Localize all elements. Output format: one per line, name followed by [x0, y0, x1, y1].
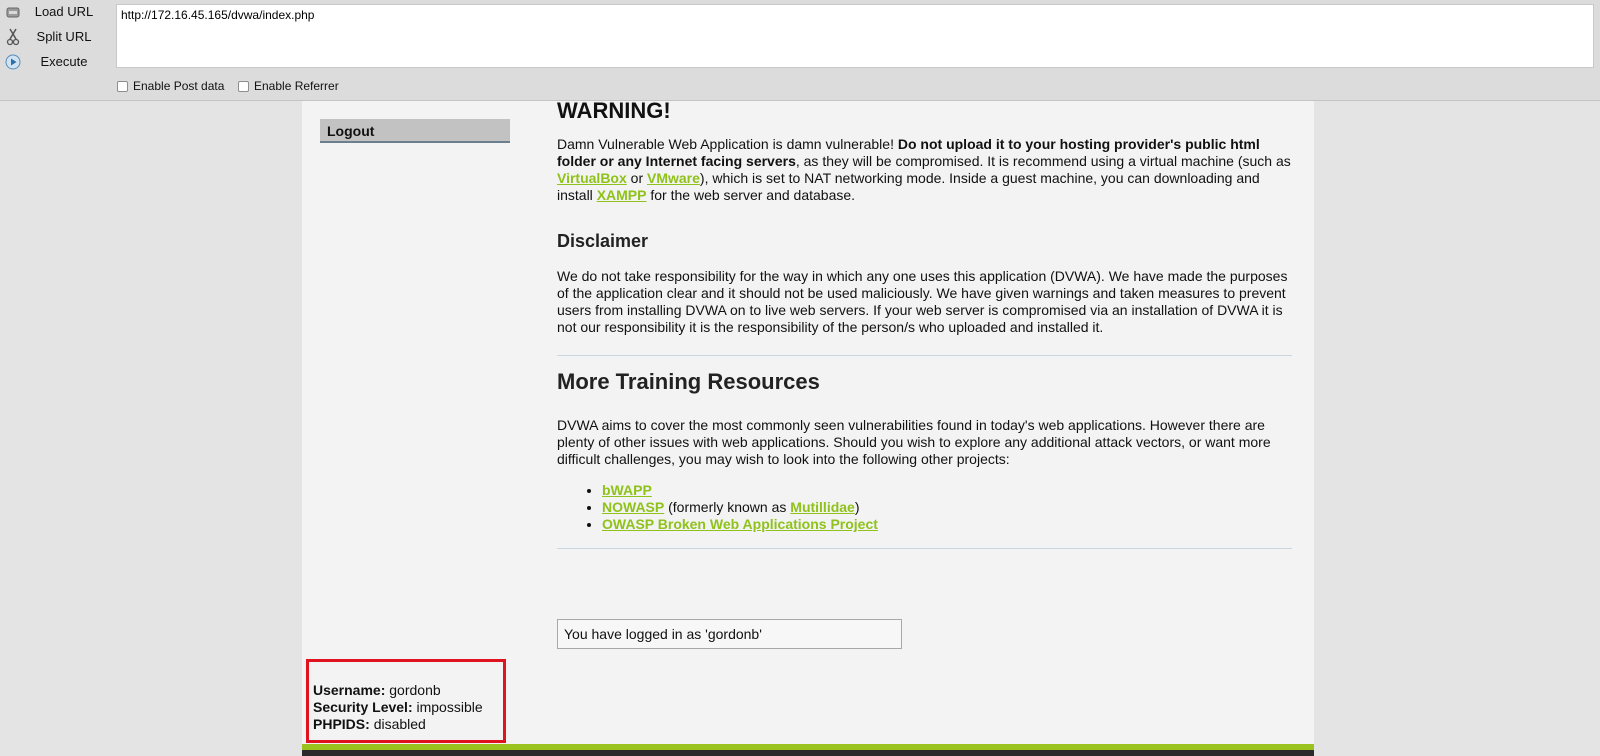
disclaimer-paragraph: We do not take responsibility for the wa… — [557, 268, 1288, 335]
url-input[interactable]: http://172.16.45.165/dvwa/index.php — [116, 4, 1594, 68]
owasp-bwa-link[interactable]: OWASP Broken Web Applications Project — [602, 516, 878, 532]
phpids-label: PHPIDS: — [313, 716, 370, 732]
split-url-button[interactable]: Split URL — [0, 25, 112, 49]
hackbar-toolbar: Load URL Split URL Execute http://172.16… — [0, 0, 1600, 101]
enable-referrer-checkbox[interactable]: Enable Referrer — [238, 79, 339, 93]
load-url-button[interactable]: Load URL — [0, 0, 112, 24]
list-item: bWAPP — [602, 482, 878, 499]
vmware-link[interactable]: VMware — [647, 170, 700, 186]
warning-heading: WARNING! — [557, 98, 671, 123]
username-value: gordonb — [389, 682, 441, 698]
username-row: Username: gordonb — [313, 682, 499, 699]
warning-paragraph: Damn Vulnerable Web Application is damn … — [557, 136, 1292, 204]
load-url-label: Load URL — [34, 4, 94, 19]
split-url-label: Split URL — [36, 29, 92, 44]
warning-text: Damn Vulnerable Web Application is damn … — [557, 136, 898, 152]
mutillidae-link[interactable]: Mutillidae — [790, 499, 855, 515]
execute-label: Execute — [40, 54, 88, 69]
divider — [557, 548, 1292, 549]
enable-post-data-checkbox[interactable]: Enable Post data — [117, 79, 224, 93]
resources-heading: More Training Resources — [557, 369, 820, 394]
dvwa-page: Logout WARNING! Damn Vulnerable Web Appl… — [302, 98, 1314, 756]
projects-list: bWAPP NOWASP (formerly known as Mutillid… — [557, 482, 878, 533]
divider — [557, 355, 1292, 356]
security-level-label: Security Level: — [313, 699, 413, 715]
list-item: NOWASP (formerly known as Mutillidae) — [602, 499, 878, 516]
enable-referrer-label: Enable Referrer — [254, 79, 339, 93]
list-item: OWASP Broken Web Applications Project — [602, 516, 878, 533]
security-level-value: impossible — [416, 699, 483, 715]
xampp-link[interactable]: XAMPP — [597, 187, 647, 203]
phpids-value: disabled — [373, 716, 426, 732]
nowasp-link[interactable]: NOWASP — [602, 499, 664, 515]
list-item-text: (formerly known as — [664, 499, 791, 515]
scissors-icon — [4, 28, 21, 45]
resources-paragraph: DVWA aims to cover the most commonly see… — [557, 417, 1271, 467]
phpids-row: PHPIDS: disabled — [313, 716, 499, 733]
user-info-box: Username: gordonb Security Level: imposs… — [306, 659, 506, 743]
warning-text: , as they will be compromised. It is rec… — [795, 153, 1291, 169]
checkbox-box[interactable] — [238, 80, 249, 92]
virtualbox-link[interactable]: VirtualBox — [557, 170, 627, 186]
execute-button[interactable]: Execute — [0, 50, 112, 74]
username-label: Username: — [313, 682, 386, 698]
footer-bar — [302, 750, 1314, 756]
enable-post-data-label: Enable Post data — [133, 79, 225, 93]
warning-text: for the web server and database. — [646, 187, 856, 203]
load-url-icon — [4, 3, 21, 20]
disclaimer-heading: Disclaimer — [557, 231, 649, 251]
warning-text: or — [626, 170, 647, 186]
security-level-row: Security Level: impossible — [313, 699, 499, 716]
list-item-text: ) — [854, 499, 860, 515]
logout-menu-item[interactable]: Logout — [320, 119, 510, 143]
checkbox-box[interactable] — [117, 80, 128, 92]
bwapp-link[interactable]: bWAPP — [602, 482, 652, 498]
logged-in-message: You have logged in as 'gordonb' — [557, 619, 902, 649]
play-icon — [4, 53, 21, 70]
